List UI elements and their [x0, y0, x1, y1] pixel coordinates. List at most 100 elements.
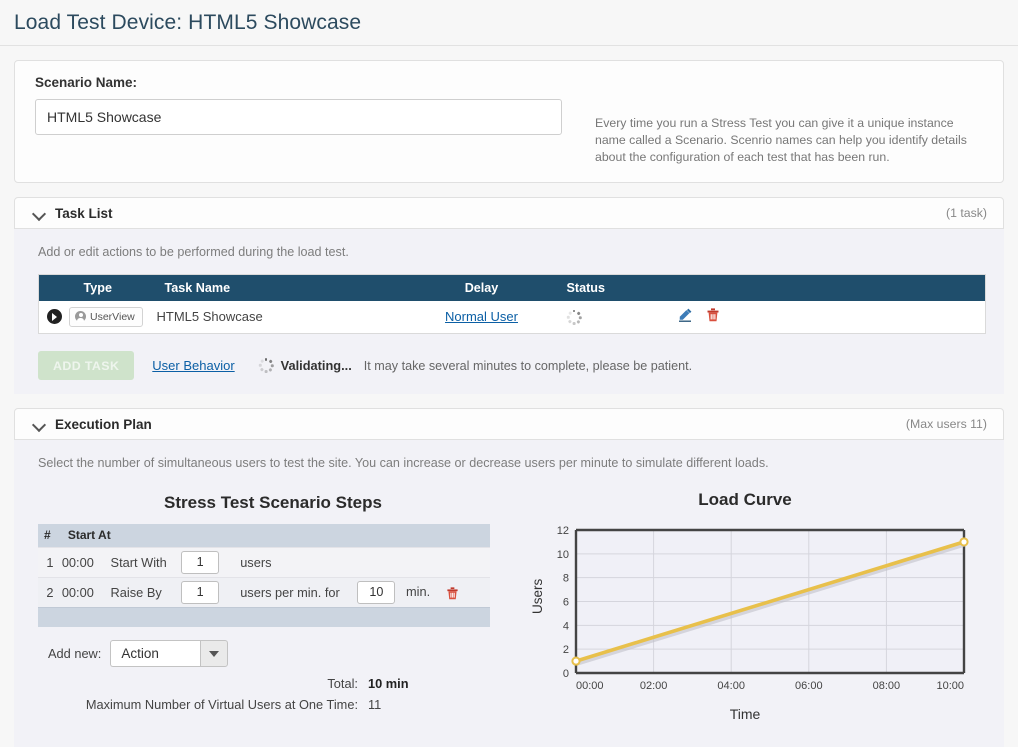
step-extra-cell	[357, 546, 490, 577]
chart-y-tick: 4	[563, 620, 569, 632]
chart-x-tick: 06:00	[795, 680, 823, 692]
load-curve-chart: Users Time 0 2 4 6 8 10 12 00:00 02:00 04:00 06:00…	[526, 518, 996, 733]
chart-y-tick: 12	[557, 525, 569, 537]
task-col-delay: Delay	[406, 274, 557, 301]
step-value-cell	[181, 546, 235, 577]
page-body: Scenario Name: Every time you run a Stre…	[0, 60, 1018, 747]
task-list-header[interactable]: Task List (1 task)	[14, 197, 1004, 229]
add-new-select[interactable]: Action	[110, 640, 229, 667]
execution-plan-title: Execution Plan	[55, 416, 152, 432]
chevron-down-icon[interactable]	[33, 207, 46, 220]
load-curve-panel: Load Curve Users Time 0 2 4 6 8 10 12 00:00 02:0…	[508, 485, 996, 733]
chart-x-tick: 04:00	[717, 680, 745, 692]
scenario-steps-table: # Start At 1 00:00 Start With users	[38, 524, 490, 627]
chevron-down-icon[interactable]	[33, 418, 46, 431]
total-value: 10 min	[368, 676, 409, 691]
chart-y-tick: 0	[563, 668, 569, 680]
step-start-at: 00:00	[61, 546, 111, 577]
loading-spinner-icon	[566, 309, 582, 325]
task-type-cell: UserView	[39, 301, 157, 334]
scenario-name-input[interactable]	[35, 99, 562, 135]
delete-step-icon[interactable]	[446, 585, 459, 601]
chart-y-tick: 10	[557, 549, 569, 561]
scenario-steps-title: Stress Test Scenario Steps	[164, 493, 382, 512]
validating-label: Validating...	[280, 358, 352, 373]
totals-block: Total: 10 min Maximum Number of Virtual …	[38, 676, 508, 712]
task-list-body: Add or edit actions to be performed duri…	[14, 229, 1004, 394]
step-1-users-input[interactable]	[181, 550, 220, 574]
chart-canvas: 0 2 4 6 8 10 12 00:00 02:00 04:00 06:00 08:00 10:00	[557, 525, 969, 692]
expand-row-icon[interactable]	[47, 309, 62, 325]
task-name-cell: HTML5 Showcase	[156, 309, 263, 325]
table-row: 1 00:00 Start With users	[38, 546, 490, 577]
task-list-count: (1 task)	[946, 206, 987, 220]
task-table: Type Task Name Delay Status UserView HTM…	[38, 274, 986, 334]
task-delay-link[interactable]: Normal User	[445, 309, 518, 324]
delete-icon[interactable]	[706, 307, 720, 326]
chart-y-tick: 8	[563, 573, 569, 585]
steps-footer-row	[38, 606, 490, 627]
chart-x-tick: 08:00	[873, 680, 901, 692]
add-task-button[interactable]: ADD TASK	[38, 351, 135, 380]
chart-x-tick: 00:00	[576, 680, 604, 692]
task-delay-cell: Normal User	[407, 301, 557, 334]
user-icon	[75, 311, 86, 323]
task-list-description: Add or edit actions to be performed duri…	[38, 245, 349, 259]
task-type-badge-label: UserView	[90, 310, 135, 323]
table-row: UserView HTML5 Showcase Normal User	[39, 301, 986, 334]
chart-y-tick: 6	[563, 597, 569, 609]
step-2-users-per-min-input[interactable]	[181, 580, 220, 604]
chart-data-point	[571, 656, 581, 666]
step-2-duration-input[interactable]	[357, 580, 396, 604]
add-new-row: Add new: Action	[48, 640, 508, 667]
table-row: 2 00:00 Raise By users per min. for min.	[38, 576, 490, 607]
task-status-cell	[557, 301, 677, 334]
task-col-type: Type	[38, 274, 157, 301]
task-list-title: Task List	[55, 205, 113, 221]
total-label: Total:	[327, 676, 358, 691]
add-new-label: Add new:	[48, 646, 102, 661]
chart-y-tick: 2	[563, 644, 569, 656]
steps-col-startat: Start At	[61, 524, 490, 547]
execution-plan-body: Select the number of simultaneous users …	[14, 440, 1004, 747]
chart-x-tick: 10:00	[936, 680, 964, 692]
steps-col-num: #	[38, 524, 62, 547]
step-value-cell	[181, 576, 235, 607]
task-col-actions	[676, 274, 986, 301]
user-behavior-link[interactable]: User Behavior	[152, 358, 234, 373]
task-col-name: Task Name	[156, 274, 407, 301]
steps-header-row: # Start At	[38, 524, 490, 547]
scenario-name-label: Scenario Name:	[35, 75, 138, 90]
steps-footer-cell	[38, 606, 490, 627]
page-header: Load Test Device: HTML5 Showcase	[0, 0, 1018, 46]
step-action: Start With	[110, 546, 182, 577]
task-actions-cell	[677, 301, 986, 334]
scenario-steps-panel: Stress Test Scenario Steps # Start At 1 …	[38, 485, 508, 733]
scenario-help-text: Every time you run a Stress Test you can…	[595, 116, 967, 164]
validating-spinner-icon	[258, 358, 274, 373]
validating-note: It may take several minutes to complete,…	[363, 358, 693, 373]
task-type-badge: UserView	[69, 306, 143, 327]
load-curve-title: Load Curve	[698, 490, 792, 509]
step-start-at: 00:00	[61, 576, 111, 607]
step-duration-cell: min.	[357, 576, 490, 607]
task-table-header-row: Type Task Name Delay Status	[38, 274, 986, 301]
chevron-down-icon[interactable]	[200, 640, 229, 667]
execution-plan-header[interactable]: Execution Plan (Max users 11)	[14, 408, 1004, 440]
step-unit: users per min. for	[234, 576, 358, 607]
validating-status: Validating...	[258, 358, 352, 373]
chart-x-axis-label: Time	[729, 706, 761, 722]
execution-plan-description: Select the number of simultaneous users …	[38, 456, 769, 470]
task-col-status: Status	[556, 274, 677, 301]
execution-plan-max-users: (Max users 11)	[905, 417, 987, 431]
page-title: Load Test Device: HTML5 Showcase	[14, 10, 362, 34]
step-number: 2	[38, 576, 62, 607]
add-new-selected-value: Action	[110, 640, 201, 667]
chart-data-point	[959, 537, 969, 547]
step-unit: users	[234, 546, 358, 577]
step-number: 1	[38, 546, 62, 577]
step-duration-unit: min.	[405, 584, 431, 599]
scenario-name-panel: Scenario Name: Every time you run a Stre…	[14, 60, 1004, 183]
edit-icon[interactable]	[677, 307, 693, 326]
max-users-label: Maximum Number of Virtual Users at One T…	[85, 697, 358, 712]
